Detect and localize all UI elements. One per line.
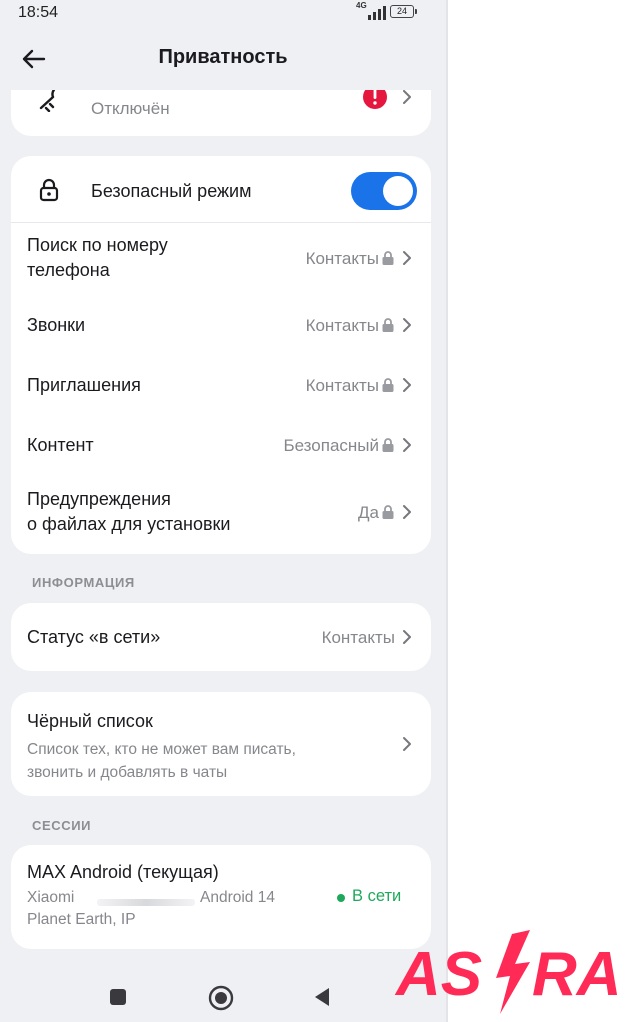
- invitations-row[interactable]: Приглашения Контакты: [11, 356, 431, 416]
- status-bar: 18:54 4G 24: [0, 0, 446, 28]
- chevron-right-icon: [403, 630, 411, 644]
- session-status: В сети: [352, 887, 402, 905]
- redacted-device-model: [97, 899, 195, 906]
- content-row[interactable]: Контент Безопасный: [11, 416, 431, 476]
- home-button[interactable]: [208, 985, 234, 1011]
- astra-logo-watermark: AS RA: [394, 930, 622, 1014]
- system-nav-bar: [0, 966, 446, 1022]
- toggle-knob: [383, 176, 413, 206]
- chevron-right-icon: [403, 318, 411, 332]
- lock-icon: [382, 251, 394, 265]
- recents-button[interactable]: [110, 989, 126, 1005]
- safe-mode-card: Безопасный режим Поиск по номеру телефон…: [11, 156, 431, 554]
- warning-badge-icon: [363, 90, 387, 109]
- calls-row[interactable]: Звонки Контакты: [11, 296, 431, 356]
- phone-search-label-line2: телефона: [27, 260, 110, 280]
- header: Приватность: [0, 30, 446, 86]
- phone-screen: 18:54 4G 24 Приватность Отключён Безопас…: [0, 0, 446, 1022]
- content-value: Безопасный: [283, 436, 379, 455]
- file-warnings-label: Предупреждения о файлах для установки: [27, 487, 230, 537]
- blacklist-description-line1: Список тех, кто не может вам писать,: [27, 741, 296, 758]
- information-section-title: ИНФОРМАЦИЯ: [32, 575, 135, 590]
- chevron-right-icon: [403, 90, 411, 104]
- screenshot-edge: [446, 0, 448, 1022]
- online-status-value: Контакты: [321, 628, 395, 647]
- safe-mode-row[interactable]: Безопасный режим: [11, 156, 431, 222]
- svg-text:RA: RA: [532, 940, 622, 1009]
- back-triangle-button[interactable]: [313, 987, 331, 1007]
- calls-label: Звонки: [27, 315, 86, 335]
- session-os: Android 14: [200, 889, 275, 906]
- lock-icon: [39, 178, 59, 202]
- signal-icon: [368, 6, 386, 20]
- phone-search-value: Контакты: [305, 249, 379, 268]
- calls-value: Контакты: [305, 316, 379, 335]
- chevron-right-icon: [403, 438, 411, 452]
- two-factor-status: Отключён: [91, 99, 170, 118]
- sessions-section-title: СЕССИИ: [32, 818, 92, 833]
- session-device: Xiaomi: [27, 889, 75, 906]
- key-icon: [39, 90, 56, 112]
- file-warnings-row[interactable]: Предупреждения о файлах для установки Да: [11, 476, 431, 554]
- two-factor-card[interactable]: Отключён: [11, 90, 431, 136]
- blacklist-description: Список тех, кто не может вам писать, зво…: [27, 738, 296, 784]
- page-title: Приватность: [158, 46, 288, 68]
- phone-search-label-line1: Поиск по номеру: [27, 235, 168, 255]
- blacklist-card[interactable]: Чёрный список Список тех, кто не может в…: [11, 692, 431, 796]
- file-warnings-label-line1: Предупреждения: [27, 489, 171, 509]
- status-time: 18:54: [18, 4, 59, 21]
- battery-level: 24: [396, 6, 407, 16]
- phone-search-label: Поиск по номеру телефона: [27, 233, 168, 283]
- content-label: Контент: [27, 435, 94, 455]
- online-status-label: Статус «в сети»: [27, 627, 161, 647]
- safe-mode-toggle[interactable]: [351, 172, 417, 210]
- lock-icon: [382, 318, 394, 332]
- blacklist-description-line2: звонить и добавлять в чаты: [27, 764, 228, 781]
- blacklist-title: Чёрный список: [27, 711, 153, 731]
- safe-mode-label: Безопасный режим: [91, 181, 252, 201]
- lock-icon: [382, 505, 394, 519]
- phone-search-row[interactable]: Поиск по номеру телефона Контакты: [11, 223, 431, 295]
- svg-text:AS: AS: [394, 940, 482, 1009]
- current-session-card[interactable]: MAX Android (текущая) Xiaomi Android 14 …: [11, 845, 431, 949]
- chevron-right-icon: [403, 251, 411, 265]
- session-location: Planet Earth, IP: [27, 911, 136, 928]
- online-dot-icon: [337, 894, 345, 902]
- lock-icon: [382, 378, 394, 392]
- invitations-label: Приглашения: [27, 375, 141, 395]
- chevron-right-icon: [403, 505, 411, 519]
- file-warnings-value: Да: [358, 503, 379, 522]
- chevron-right-icon: [403, 737, 411, 751]
- session-title: MAX Android (текущая): [27, 862, 219, 882]
- battery-icon: 24: [390, 5, 417, 18]
- invitations-value: Контакты: [305, 376, 379, 395]
- online-status-card[interactable]: Статус «в сети» Контакты: [11, 603, 431, 671]
- file-warnings-label-line2: о файлах для установки: [27, 514, 231, 534]
- chevron-right-icon: [403, 378, 411, 392]
- lock-icon: [382, 438, 394, 452]
